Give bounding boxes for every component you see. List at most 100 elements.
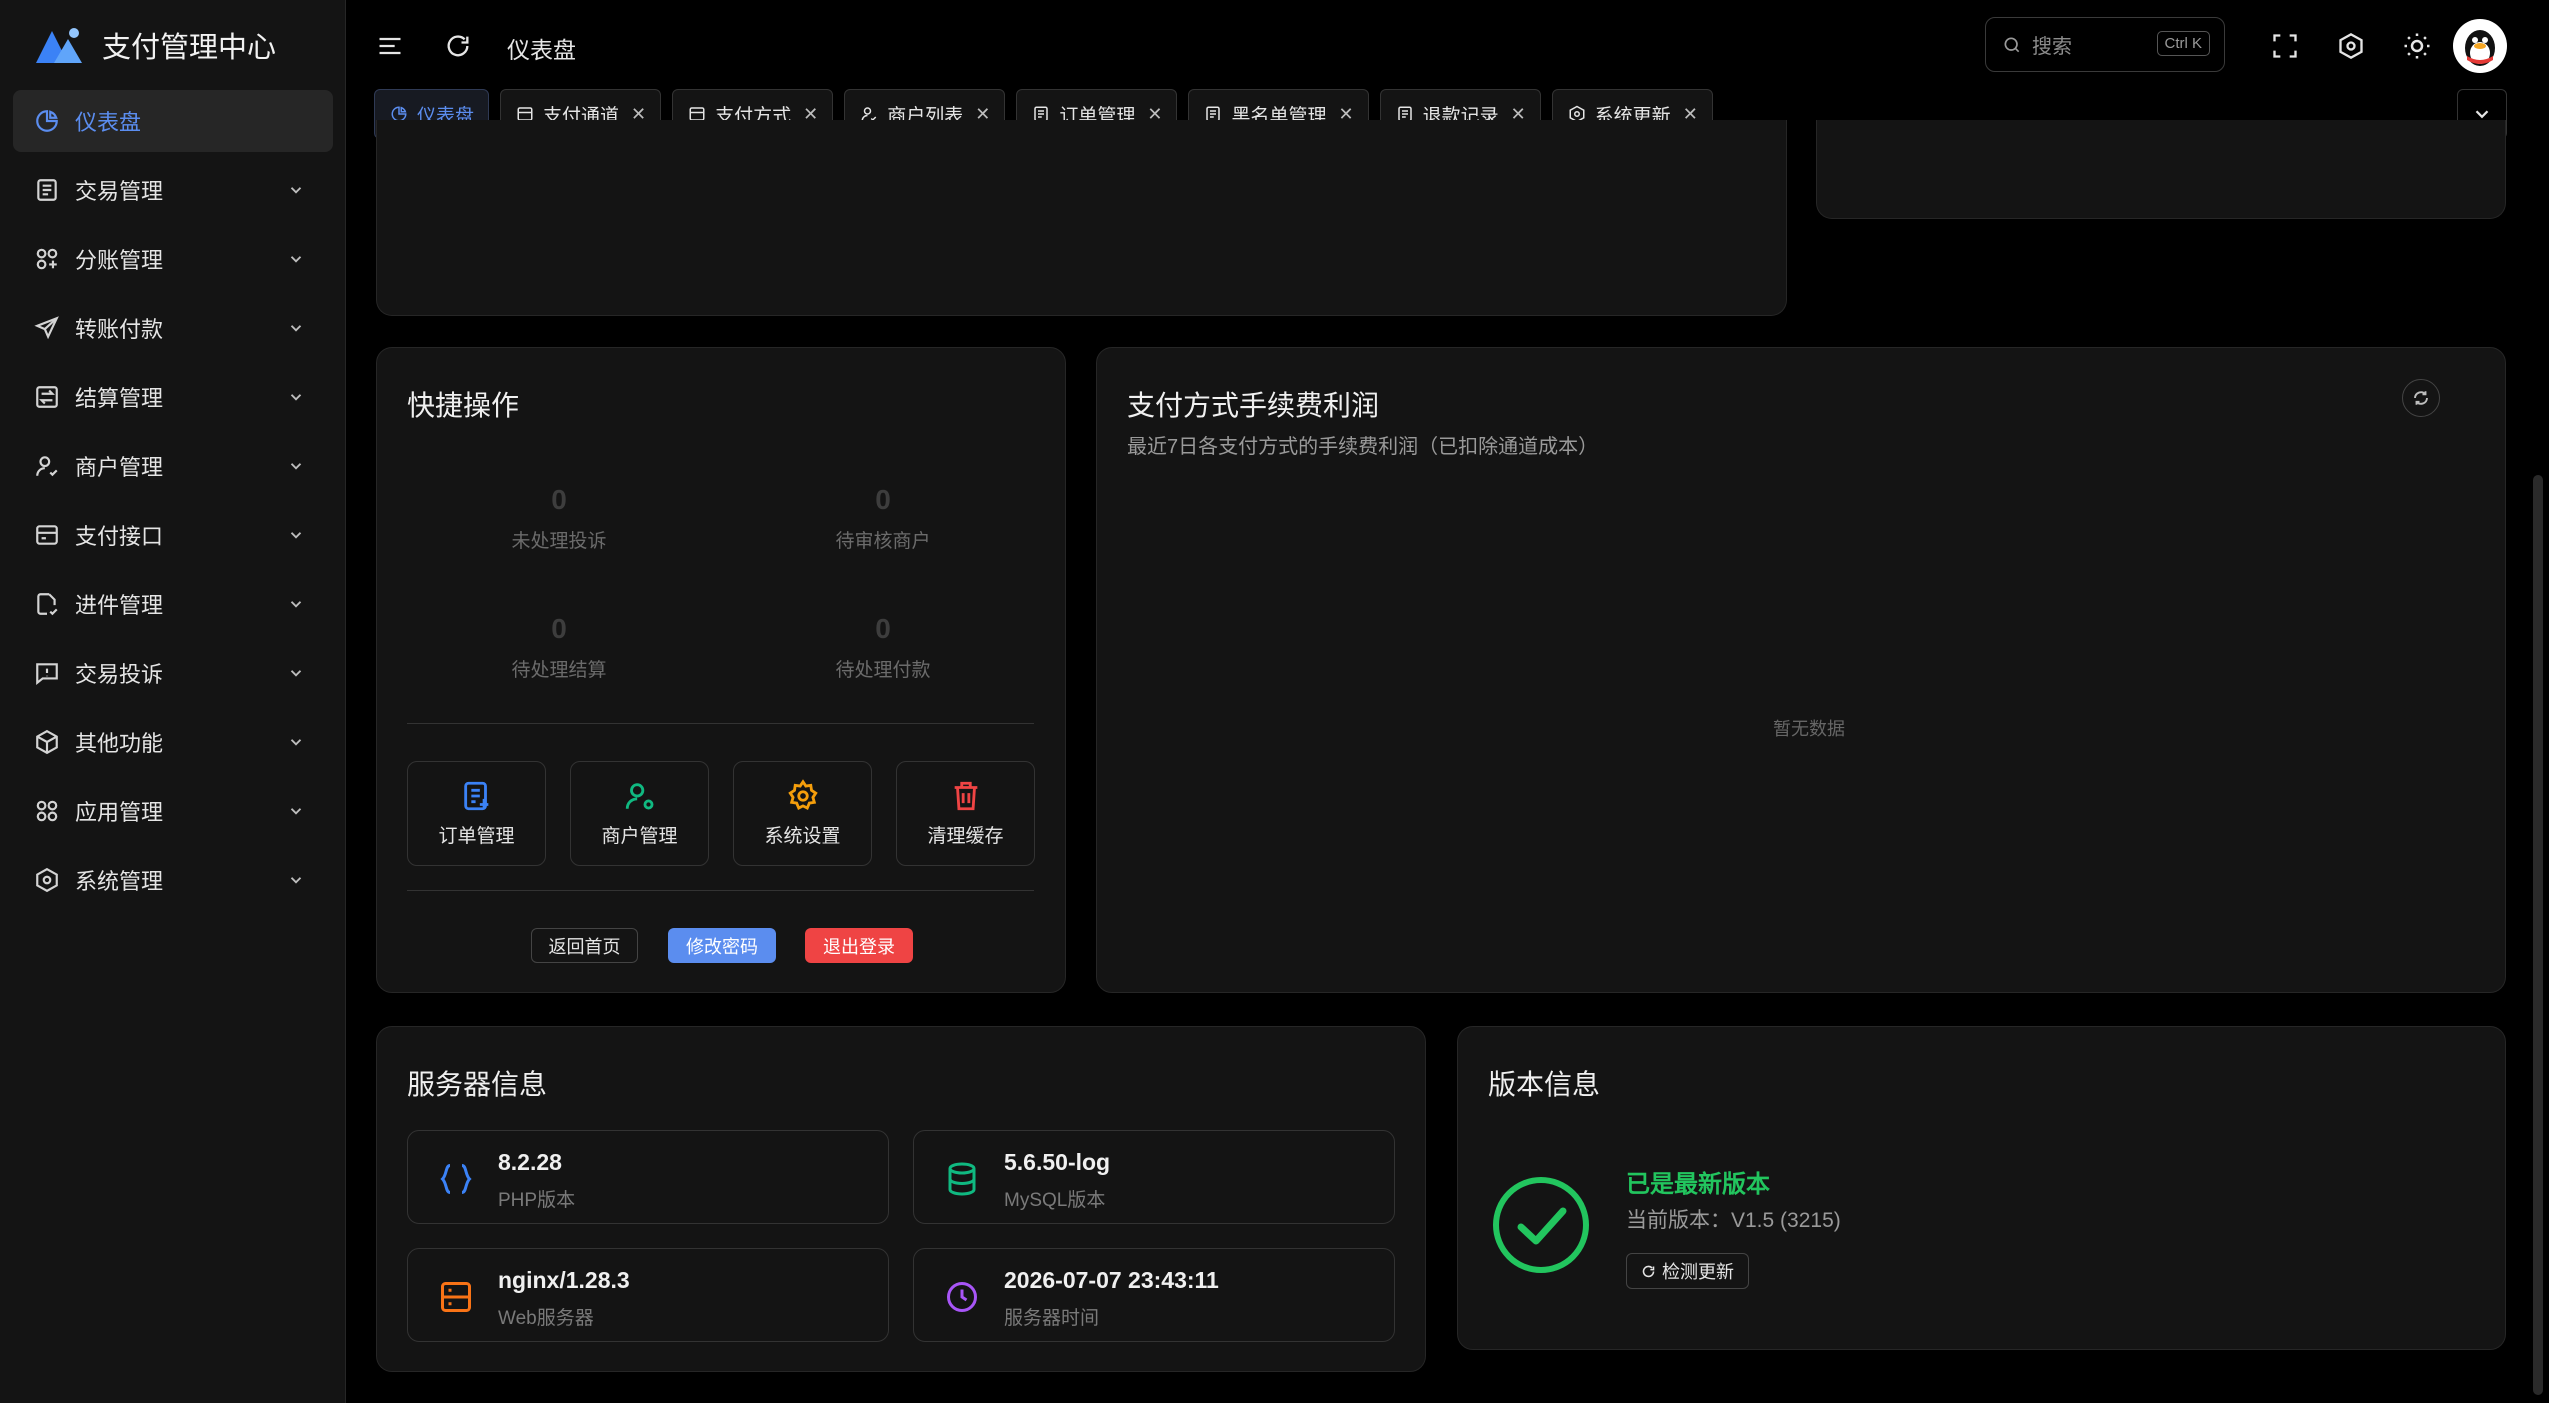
chevron-down-icon [290, 877, 302, 884]
sidebar-item-payment-api[interactable]: 支付接口 [13, 504, 333, 566]
avatar[interactable] [2452, 18, 2508, 74]
info-label: 服务器时间 [1004, 1308, 1100, 1329]
sidebar-item-label: 商户管理 [75, 455, 164, 480]
change-password-button[interactable]: 修改密码 [668, 928, 776, 963]
sidebar-item-transfer[interactable]: 转账付款 [13, 297, 333, 359]
sidebar-item-apps[interactable]: 应用管理 [13, 780, 333, 842]
clear-cache-button[interactable]: 清理缓存 [896, 761, 1035, 866]
brand-logo-icon [34, 25, 84, 65]
profit-title: 支付方式手续费利润 [1127, 390, 1380, 421]
sidebar-item-label: 转账付款 [75, 317, 164, 342]
sidebar-item-label: 交易投诉 [75, 662, 164, 687]
sidebar-item-label: 其他功能 [75, 731, 164, 756]
theme-toggle-button[interactable] [2397, 26, 2437, 66]
document-list-icon [33, 176, 61, 204]
sidebar-item-label: 交易管理 [75, 179, 164, 204]
search-icon [2004, 37, 2020, 52]
gear-icon [787, 779, 818, 810]
grid-icon [33, 797, 61, 825]
divider [407, 890, 1034, 891]
info-value: 5.6.50-log [1004, 1149, 1111, 1175]
chevron-down-icon [290, 394, 302, 401]
chevron-down-icon [290, 532, 302, 539]
settings-button[interactable] [2331, 26, 2371, 66]
mysql-version-box: 5.6.50-log MySQL版本 [913, 1130, 1395, 1224]
menu-toggle-button[interactable] [370, 26, 410, 66]
stat-label: 待审核商户 [835, 531, 931, 552]
sidebar-item-label: 应用管理 [75, 800, 164, 825]
system-settings-button[interactable]: 系统设置 [733, 761, 872, 866]
info-label: Web服务器 [498, 1308, 594, 1329]
chevron-down-icon [290, 187, 302, 194]
order-management-button[interactable]: 订单管理 [407, 761, 546, 866]
chevron-down-icon [290, 739, 302, 746]
clock-icon [947, 1282, 977, 1312]
merchant-management-button[interactable]: 商户管理 [570, 761, 709, 866]
app-title: 支付管理中心 [102, 32, 277, 64]
cube-icon [33, 728, 61, 756]
check-circle-icon [1493, 1177, 1589, 1273]
page-scrollbar[interactable] [2533, 475, 2543, 1395]
chevron-down-icon [290, 325, 302, 332]
check-update-label: 检测更新 [1662, 1262, 1734, 1282]
brand[interactable]: 支付管理中心 [34, 20, 276, 70]
current-version: 当前版本：V1.5 (3215) [1626, 1209, 1841, 1232]
action-label: 商户管理 [601, 826, 678, 847]
stat-pending-settlements[interactable]: 0 待处理结算 [409, 613, 709, 682]
back-home-button[interactable]: 返回首页 [531, 928, 638, 963]
pie-chart-icon [33, 107, 61, 135]
profit-subtitle: 最近7日各支付方式的手续费利润（已扣除通道成本） [1127, 436, 1599, 458]
fullscreen-icon [2273, 34, 2297, 58]
quick-actions-title: 快捷操作 [407, 390, 520, 421]
user-gear-icon [625, 783, 653, 810]
search-input[interactable]: 搜索 Ctrl K [1985, 17, 2225, 72]
settlement-icon [33, 383, 61, 411]
sidebar-item-other[interactable]: 其他功能 [13, 711, 333, 773]
card-icon [33, 521, 61, 549]
info-value: nginx/1.28.3 [498, 1267, 630, 1293]
web-server-box: nginx/1.28.3 Web服务器 [407, 1248, 889, 1342]
action-label: 系统设置 [764, 826, 841, 847]
version-status: 已是最新版本 [1626, 1171, 1770, 1198]
sidebar-item-complaints[interactable]: 交易投诉 [13, 642, 333, 704]
sidebar-item-dashboard[interactable]: 仪表盘 [13, 90, 333, 152]
app-root: 支付管理中心 仪表盘 交易管理 分账管理 转账付款 结算管理 商户管理 支付接口… [0, 0, 2549, 1403]
chevron-down-icon [290, 601, 302, 608]
stat-complaints[interactable]: 0 未处理投诉 [409, 484, 709, 553]
stat-value: 0 [875, 484, 891, 515]
sidebar-item-transactions[interactable]: 交易管理 [13, 159, 333, 221]
sidebar-item-label: 结算管理 [75, 386, 164, 411]
chevron-down-icon [290, 256, 302, 263]
search-placeholder: 搜索 [2032, 36, 2072, 58]
hexagon-gear-icon [33, 866, 61, 894]
stat-pending-payouts[interactable]: 0 待处理付款 [733, 613, 1033, 682]
logout-button[interactable]: 退出登录 [805, 928, 913, 963]
stat-label: 未处理投诉 [511, 531, 607, 552]
sidebar-item-label: 仪表盘 [75, 110, 142, 135]
sidebar-item-label: 进件管理 [75, 593, 164, 618]
split-icon [33, 245, 61, 273]
stat-label: 待处理付款 [835, 660, 931, 681]
divider [407, 723, 1034, 724]
fullscreen-button[interactable] [2265, 26, 2305, 66]
sidebar-item-split[interactable]: 分账管理 [13, 228, 333, 290]
alert-message-icon [33, 659, 61, 687]
sidebar-item-system[interactable]: 系统管理 [13, 849, 333, 911]
chevron-down-icon [290, 808, 302, 815]
file-check-icon [33, 590, 61, 618]
server-time-box: 2026-07-07 23:43:11 服务器时间 [913, 1248, 1395, 1342]
sidebar-item-onboarding[interactable]: 进件管理 [13, 573, 333, 635]
sidebar-item-merchants[interactable]: 商户管理 [13, 435, 333, 497]
stat-pending-merchants[interactable]: 0 待审核商户 [733, 484, 1033, 553]
top-card-right [1816, 120, 2506, 219]
top-card-left [376, 120, 1787, 316]
server-info-title: 服务器信息 [407, 1069, 548, 1100]
check-update-button[interactable]: 检测更新 [1626, 1253, 1749, 1289]
hexagon-gear-icon [2339, 32, 2363, 60]
sun-icon [2404, 33, 2430, 59]
sidebar-item-settlement[interactable]: 结算管理 [13, 366, 333, 428]
profit-refresh-button[interactable] [2402, 379, 2440, 417]
refresh-button[interactable] [438, 26, 478, 66]
stat-label: 待处理结算 [511, 660, 607, 681]
stat-value: 0 [551, 613, 567, 644]
